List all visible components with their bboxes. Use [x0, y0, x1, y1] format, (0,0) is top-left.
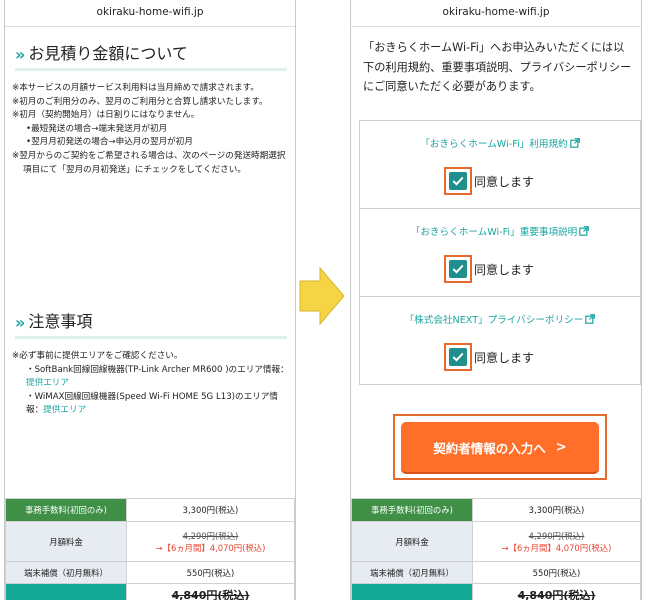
- checkbox-label[interactable]: 同意します: [474, 261, 534, 278]
- table-row: 事務手数料(初回のみ) 3,300円(税込): [351, 498, 641, 522]
- section-heading-caution: » 注意事項: [15, 302, 287, 339]
- fee-label: 端末補償（初月無料）: [351, 561, 473, 584]
- fee-table: 事務手数料(初回のみ) 3,300円(税込) 月額料金 4,290円(税込) →…: [5, 498, 295, 600]
- privacy-link[interactable]: 「株式会社NEXT」プライバシーポリシー: [360, 312, 640, 326]
- agree-checkbox-row[interactable]: 同意します: [444, 255, 534, 283]
- url-bar[interactable]: okiraku-home-wifi.jp: [351, 0, 641, 27]
- fee-table: 事務手数料(初回のみ) 3,300円(税込) 月額料金 4,290円(税込) →…: [351, 498, 641, 600]
- note-sub-item: •最短発送の場合→端末発送月が初月: [26, 123, 168, 134]
- note-item: ※初月のご利用分のみ、翌月のご利用分と合算し請求いたします。: [12, 96, 268, 107]
- checkbox-highlight[interactable]: [444, 255, 472, 283]
- section-heading-estimate: » お見積り金額について: [15, 34, 287, 71]
- agreement-privacy: 「株式会社NEXT」プライバシーポリシー 同意します: [360, 297, 640, 384]
- agreement-terms: 「おきらくホームWi-Fi」利用規約 同意します: [360, 121, 640, 209]
- checkmark-icon: [452, 176, 464, 186]
- checkbox-checked[interactable]: [449, 172, 467, 190]
- old-price: 4,290円(税込): [182, 530, 239, 541]
- double-chevron-icon: »: [15, 45, 25, 64]
- table-row: 端末補償（初月無料） 550円(税込): [5, 561, 295, 584]
- terms-link[interactable]: 「おきらくホームWi-Fi」利用規約: [360, 136, 640, 150]
- checkbox-highlight[interactable]: [444, 167, 472, 195]
- external-link-icon: [569, 138, 580, 148]
- total-price: 4,840円(税込): [126, 583, 295, 600]
- agree-checkbox-row[interactable]: 同意します: [444, 343, 534, 371]
- right-screen: okiraku-home-wifi.jp 「おきらくホームWi-Fi」へお申込み…: [350, 0, 642, 600]
- table-row: 4,840円(税込): [5, 583, 295, 600]
- fee-label: 事務手数料(初回のみ): [351, 498, 473, 522]
- table-row: 事務手数料(初回のみ) 3,300円(税込): [5, 498, 295, 522]
- note-item: ※必ず事前に提供エリアをご確認ください。: [12, 351, 183, 361]
- caution-notes: ※必ず事前に提供エリアをご確認ください。 ・SoftBank回線回線機器(TP-…: [12, 350, 292, 418]
- chevron-right-icon: >: [555, 439, 567, 455]
- checkbox-label[interactable]: 同意します: [474, 349, 534, 366]
- note-item: ※翌月からのご契約をご希望される場合は、次のページの発送時期選択項目にて「翌月の…: [12, 150, 286, 175]
- area-link-wimax[interactable]: 提供エリア: [43, 405, 86, 415]
- estimate-notes: ※本サービスの月額サービス利用料は当月締めで請求されます。 ※初月のご利用分のみ…: [12, 82, 292, 177]
- promo-price: →【6ヵ月間】4,070円(税込): [155, 542, 266, 553]
- checkbox-checked[interactable]: [449, 260, 467, 278]
- agree-checkbox-row[interactable]: 同意します: [444, 167, 534, 195]
- fee-label: 月額料金: [351, 521, 473, 562]
- fee-value: 3,300円(税込): [472, 498, 641, 522]
- total-price: 4,840円(税込): [472, 583, 641, 600]
- url-bar[interactable]: okiraku-home-wifi.jp: [5, 0, 295, 27]
- fee-label: [5, 583, 127, 600]
- left-screen: okiraku-home-wifi.jp » お見積り金額について ※本サービス…: [4, 0, 296, 600]
- fee-value: 550円(税込): [126, 561, 295, 584]
- fee-label: 月額料金: [5, 521, 127, 562]
- double-chevron-icon: »: [15, 313, 25, 332]
- right-arrow-icon: [299, 266, 345, 326]
- external-link-icon: [585, 314, 596, 324]
- fee-label: [351, 583, 473, 600]
- agreement-box: 「おきらくホームWi-Fi」利用規約 同意します 「おきらくホームWi-Fi」重…: [359, 120, 641, 385]
- fee-label: 端末補償（初月無料）: [5, 561, 127, 584]
- fee-value: 4,290円(税込) →【6ヵ月間】4,070円(税込): [472, 521, 641, 562]
- proceed-to-contractor-info-button[interactable]: 契約者情報の入力へ >: [401, 422, 599, 472]
- promo-price: →【6ヵ月間】4,070円(税込): [501, 542, 612, 553]
- fee-value: 3,300円(税込): [126, 498, 295, 522]
- table-row: 4,840円(税込): [351, 583, 641, 600]
- checkbox-highlight[interactable]: [444, 343, 472, 371]
- note-item: ※初月（契約開始月）は日割りにはなりません。: [12, 110, 200, 121]
- note-sub-item: ・SoftBank回線回線機器(TP-Link Archer MR600 )のエ…: [26, 364, 289, 389]
- note-sub-item: •翌月月初発送の場合→申込月の翌月が初月: [26, 137, 193, 148]
- table-row: 端末補償（初月無料） 550円(税込): [351, 561, 641, 584]
- checkbox-label[interactable]: 同意します: [474, 173, 534, 190]
- area-link-softbank[interactable]: 提供エリア: [26, 378, 69, 388]
- old-price: 4,290円(税込): [528, 530, 585, 541]
- table-row: 月額料金 4,290円(税込) →【6ヵ月間】4,070円(税込): [5, 521, 295, 562]
- external-link-icon: [579, 226, 590, 236]
- checkmark-icon: [452, 264, 464, 274]
- section-title: お見積り金額について: [28, 44, 188, 63]
- fee-value: 4,290円(税込) →【6ヵ月間】4,070円(税込): [126, 521, 295, 562]
- checkbox-checked[interactable]: [449, 348, 467, 366]
- fee-value: 550円(税込): [472, 561, 641, 584]
- intro-text: 「おきらくホームWi-Fi」へお申込みいただくには以下の利用規約、重要事項説明、…: [363, 41, 632, 93]
- checkmark-icon: [452, 352, 464, 362]
- important-link[interactable]: 「おきらくホームWi-Fi」重要事項説明: [360, 224, 640, 238]
- agreement-important: 「おきらくホームWi-Fi」重要事項説明 同意します: [360, 209, 640, 297]
- note-item: ※本サービスの月額サービス利用料は当月締めで請求されます。: [12, 83, 259, 93]
- section-title: 注意事項: [28, 312, 93, 331]
- fee-label: 事務手数料(初回のみ): [5, 498, 127, 522]
- table-row: 月額料金 4,290円(税込) →【6ヵ月間】4,070円(税込): [351, 521, 641, 562]
- note-sub-item: ・WiMAX回線回線機器(Speed Wi-Fi HOME 5G L13)のエリ…: [26, 391, 278, 416]
